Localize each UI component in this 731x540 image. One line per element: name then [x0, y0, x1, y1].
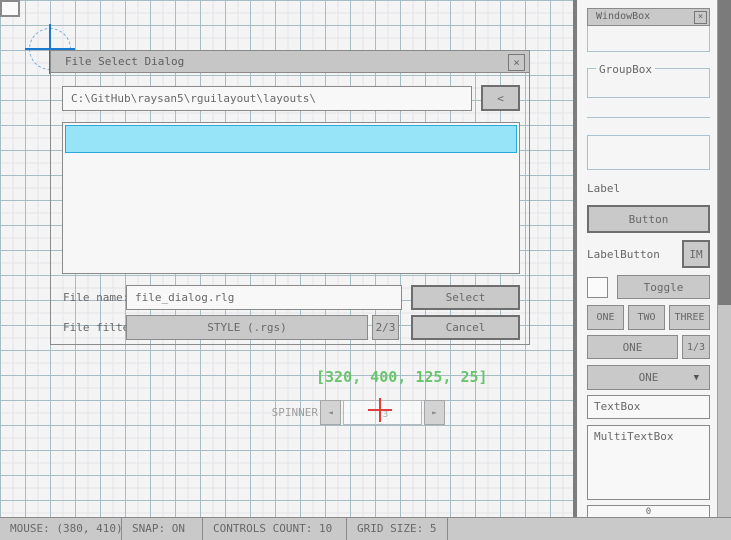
status-mouse: MOUSE: (380, 410): [0, 518, 122, 540]
controls-palette: WindowBox × GroupBox Label Button LabelB…: [577, 0, 717, 517]
palette-labelbutton[interactable]: LabelButton: [587, 248, 660, 261]
textbox-value: TextBox: [594, 400, 640, 413]
palette-togglegroup-one[interactable]: ONE: [587, 305, 624, 330]
palette-groupbox[interactable]: GroupBox: [587, 68, 710, 98]
close-icon: ×: [698, 12, 703, 22]
windowbox-title: WindowBox: [596, 11, 650, 22]
file-filter-value: STYLE (.rgs): [207, 321, 286, 334]
palette-toggle[interactable]: Toggle: [617, 275, 710, 299]
back-arrow-label: <: [497, 92, 504, 105]
dialog-title: File Select Dialog: [65, 55, 184, 68]
cancel-button-label: Cancel: [446, 321, 486, 334]
arrow-left-icon: ◄: [328, 408, 333, 417]
palette-panel[interactable]: [587, 135, 710, 170]
togglegroup-three-label: THREE: [674, 312, 704, 323]
imagebutton-label: IM: [689, 248, 702, 261]
status-bar: MOUSE: (380, 410) SNAP: ON CONTROLS COUN…: [0, 517, 731, 540]
status-controls-count: CONTROLS COUNT: 10: [203, 518, 347, 540]
button-label: Button: [629, 213, 669, 226]
palette-button[interactable]: Button: [587, 205, 710, 233]
path-textbox[interactable]: C:\GitHub\raysan5\rguilayout\layouts\: [62, 86, 472, 111]
close-icon: ×: [513, 56, 520, 69]
spinner-value: 3: [383, 410, 388, 420]
groupbox-label: GroupBox: [596, 63, 655, 76]
chevron-down-icon: ▼: [694, 373, 699, 383]
windowbox-close-button[interactable]: ×: [694, 11, 707, 24]
file-name-textbox[interactable]: file_dialog.rlg: [126, 285, 402, 310]
dialog-close-button[interactable]: ×: [508, 54, 525, 71]
valuebox-value: 0: [646, 507, 651, 517]
file-filter-combobox[interactable]: STYLE (.rgs): [126, 315, 368, 340]
file-listbox[interactable]: [62, 122, 520, 274]
palette-multitextbox[interactable]: MultiTextBox: [587, 425, 710, 500]
select-button[interactable]: Select: [411, 285, 520, 310]
placement-rect-hint: [320, 400, 125, 25]: [316, 368, 500, 386]
palette-imagebutton[interactable]: IM: [682, 240, 710, 268]
listbox-selected-item[interactable]: [65, 125, 517, 153]
scrollbar-thumb[interactable]: [718, 0, 731, 305]
status-snap[interactable]: SNAP: ON: [122, 518, 203, 540]
palette-windowbox[interactable]: WindowBox ×: [587, 8, 710, 52]
sidebar-scrollbar[interactable]: [717, 0, 731, 517]
spinner-decrement-button[interactable]: ◄: [320, 400, 341, 425]
combobox-label: ONE: [623, 341, 643, 354]
arrow-right-icon: ►: [432, 408, 437, 417]
palette-combobox-counter[interactable]: 1/3: [682, 335, 710, 359]
dialog-titlebar[interactable]: File Select Dialog: [51, 51, 529, 73]
palette-dropdownbox[interactable]: ONE ▼: [587, 365, 710, 390]
toggle-label: Toggle: [644, 281, 684, 294]
combobox-counter-value: 1/3: [687, 342, 705, 353]
palette-checkbox[interactable]: [587, 277, 608, 298]
file-select-dialog-window[interactable]: File Select Dialog × C:\GitHub\raysan5\r…: [50, 50, 530, 345]
togglegroup-one-label: ONE: [596, 312, 614, 323]
palette-combobox[interactable]: ONE: [587, 335, 678, 359]
palette-line[interactable]: [587, 117, 710, 118]
multitextbox-value: MultiTextBox: [594, 430, 673, 443]
palette-togglegroup-three[interactable]: THREE: [669, 305, 710, 330]
file-filter-counter[interactable]: 2/3: [372, 315, 399, 340]
status-grid-size: GRID SIZE: 5: [347, 518, 448, 540]
status-empty: [448, 518, 731, 540]
file-name-value: file_dialog.rlg: [135, 291, 234, 304]
layout-canvas[interactable]: File Select Dialog × C:\GitHub\raysan5\r…: [0, 0, 573, 517]
palette-textbox[interactable]: TextBox: [587, 395, 710, 419]
path-value: C:\GitHub\raysan5\rguilayout\layouts\: [71, 92, 316, 105]
corner-box: [0, 0, 20, 17]
spinner-increment-button[interactable]: ►: [424, 400, 445, 425]
select-button-label: Select: [446, 291, 486, 304]
back-button[interactable]: <: [481, 85, 520, 111]
file-name-label: File name:: [63, 291, 129, 304]
spinner-valuebox[interactable]: 3: [343, 400, 422, 425]
file-filter-counter-value: 2/3: [376, 321, 396, 334]
palette-togglegroup-two[interactable]: TWO: [628, 305, 665, 330]
windowbox-body: [587, 26, 710, 52]
dropdownbox-label: ONE: [639, 371, 659, 384]
mouse-crosshair-vertical: [379, 398, 381, 422]
palette-label[interactable]: Label: [587, 182, 620, 195]
togglegroup-two-label: TWO: [637, 312, 655, 323]
cancel-button[interactable]: Cancel: [411, 315, 520, 340]
spinner-label: SPINNER: [248, 406, 318, 419]
